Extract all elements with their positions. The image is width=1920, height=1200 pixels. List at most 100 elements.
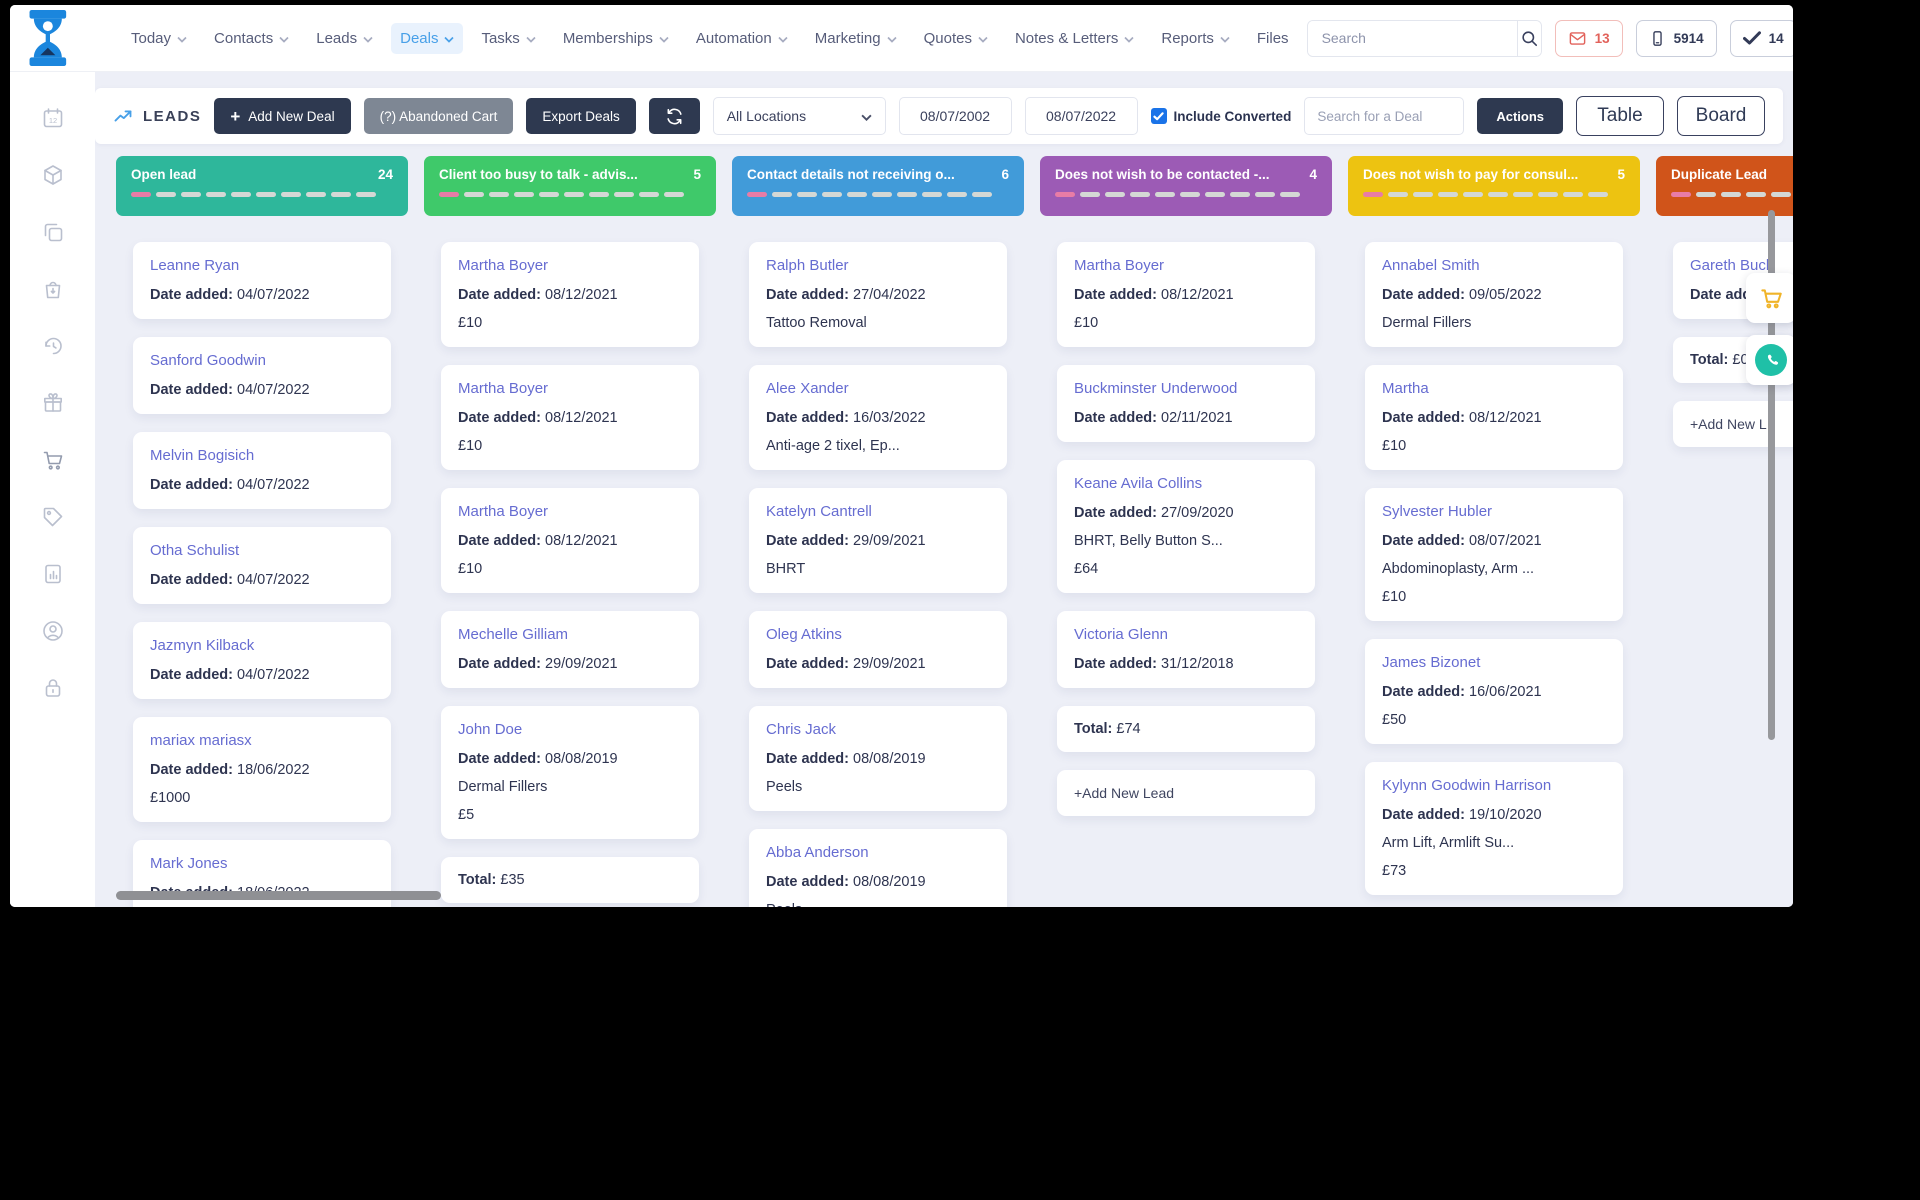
nav-item-automation[interactable]: Automation (687, 23, 797, 54)
deal-name-link[interactable]: Keane Avila Collins (1074, 475, 1298, 493)
deal-name-link[interactable]: Chris Jack (766, 721, 990, 739)
history-icon[interactable] (41, 334, 65, 358)
deal-name-link[interactable]: Melvin Bogisich (150, 447, 374, 465)
deal-card[interactable]: MarthaDate added: 08/12/2021£10 (1365, 365, 1623, 470)
column-header[interactable]: Duplicate Lead (1656, 156, 1793, 216)
nav-item-marketing[interactable]: Marketing (806, 23, 906, 54)
deal-name-link[interactable]: Victoria Glenn (1074, 626, 1298, 644)
horizontal-scrollbar-thumb[interactable] (116, 891, 441, 900)
deal-card[interactable]: Martha BoyerDate added: 08/12/2021£10 (441, 242, 699, 347)
deal-search-input[interactable] (1304, 97, 1464, 135)
nav-item-contacts[interactable]: Contacts (205, 23, 298, 54)
deal-card[interactable]: Otha SchulistDate added: 04/07/2022 (133, 527, 391, 604)
deal-name-link[interactable]: Katelyn Cantrell (766, 503, 990, 521)
deal-name-link[interactable]: Alee Xander (766, 380, 990, 398)
refresh-button[interactable] (649, 98, 700, 134)
deal-name-link[interactable]: Ralph Butler (766, 257, 990, 275)
nav-item-files[interactable]: Files (1248, 23, 1298, 54)
deal-name-link[interactable]: John Doe (458, 721, 682, 739)
deal-card[interactable]: Annabel SmithDate added: 09/05/2022Derma… (1365, 242, 1623, 347)
calls-badge-button[interactable]: 5914 (1636, 20, 1717, 57)
table-view-button[interactable]: Table (1576, 96, 1664, 136)
search-icon[interactable] (1517, 21, 1541, 56)
report-icon[interactable] (41, 562, 65, 586)
app-logo-icon[interactable] (24, 10, 76, 66)
export-deals-button[interactable]: Export Deals (526, 98, 635, 134)
add-new-lead-button[interactable]: +Add New Lead (1057, 770, 1315, 816)
nav-item-leads[interactable]: Leads (307, 23, 382, 54)
package-icon[interactable] (41, 163, 65, 187)
column-header[interactable]: Open lead24 (116, 156, 408, 216)
column-header[interactable]: Does not wish to be contacted -...4 (1040, 156, 1332, 216)
messages-badge-button[interactable]: 13 (1555, 20, 1623, 57)
deal-name-link[interactable]: Abba Anderson (766, 844, 990, 862)
column-header[interactable]: Does not wish to pay for consul...5 (1348, 156, 1640, 216)
deal-name-link[interactable]: Otha Schulist (150, 542, 374, 560)
deal-name-link[interactable]: Jazmyn Kilback (150, 637, 374, 655)
add-new-lead-button[interactable]: +Add New L (1673, 401, 1793, 447)
location-filter-select[interactable]: All Locations (713, 97, 886, 135)
deal-card[interactable]: Alee XanderDate added: 16/03/2022Anti-ag… (749, 365, 1007, 470)
deal-name-link[interactable]: Oleg Atkins (766, 626, 990, 644)
deal-card[interactable]: Melvin BogisichDate added: 04/07/2022 (133, 432, 391, 509)
gift-icon[interactable] (41, 391, 65, 415)
board-view-button[interactable]: Board (1677, 96, 1765, 136)
tasks-badge-button[interactable]: 14 (1730, 20, 1793, 57)
deal-card[interactable]: James BizonetDate added: 16/06/2021£50 (1365, 639, 1623, 744)
deal-card[interactable]: Martha BoyerDate added: 08/12/2021£10 (441, 365, 699, 470)
deal-name-link[interactable]: Mark Jones (150, 855, 374, 873)
add-new-deal-button[interactable]: + Add New Deal (214, 98, 350, 134)
deal-name-link[interactable]: Martha Boyer (458, 503, 682, 521)
search-input[interactable] (1308, 21, 1517, 56)
deal-card[interactable]: Katelyn CantrellDate added: 29/09/2021BH… (749, 488, 1007, 593)
deal-card[interactable]: Leanne RyanDate added: 04/07/2022 (133, 242, 391, 319)
column-header[interactable]: Contact details not receiving o...6 (732, 156, 1024, 216)
price-tag-icon[interactable] (41, 505, 65, 529)
deal-card[interactable]: Sanford GoodwinDate added: 04/07/2022 (133, 337, 391, 414)
deal-card[interactable]: Martha BoyerDate added: 08/12/2021£10 (1057, 242, 1315, 347)
deal-card[interactable]: Ralph ButlerDate added: 27/04/2022Tattoo… (749, 242, 1007, 347)
deal-name-link[interactable]: Kylynn Goodwin Harrison (1382, 777, 1606, 795)
lock-icon[interactable] (41, 676, 65, 700)
actions-button[interactable]: Actions (1477, 98, 1563, 134)
deal-name-link[interactable]: Buckminster Underwood (1074, 380, 1298, 398)
whatsapp-float-button[interactable] (1746, 335, 1793, 385)
deal-name-link[interactable]: Leanne Ryan (150, 257, 374, 275)
date-from-input[interactable] (899, 97, 1012, 135)
cart-icon[interactable] (41, 448, 65, 472)
deal-name-link[interactable]: mariax mariasx (150, 732, 374, 750)
nav-item-today[interactable]: Today (122, 23, 196, 54)
abandoned-cart-button[interactable]: (?) Abandoned Cart (364, 98, 514, 134)
nav-item-quotes[interactable]: Quotes (915, 23, 997, 54)
deal-card[interactable]: Abba AndersonDate added: 08/08/2019Peels (749, 829, 1007, 907)
deal-name-link[interactable]: Sylvester Hubler (1382, 503, 1606, 521)
shopping-bag-icon[interactable] (41, 277, 65, 301)
deal-card[interactable]: Jazmyn KilbackDate added: 04/07/2022 (133, 622, 391, 699)
column-header[interactable]: Client too busy to talk - advis...5 (424, 156, 716, 216)
deal-card[interactable]: Oleg AtkinsDate added: 29/09/2021 (749, 611, 1007, 688)
deal-name-link[interactable]: Annabel Smith (1382, 257, 1606, 275)
deal-name-link[interactable]: Sanford Goodwin (150, 352, 374, 370)
deal-name-link[interactable]: Martha Boyer (1074, 257, 1298, 275)
deal-card[interactable]: Martha BoyerDate added: 08/12/2021£10 (441, 488, 699, 593)
deal-name-link[interactable]: Martha Boyer (458, 380, 682, 398)
deal-name-link[interactable]: Mechelle Gilliam (458, 626, 682, 644)
calendar-icon[interactable]: 12 (41, 106, 65, 130)
nav-item-reports[interactable]: Reports (1152, 23, 1239, 54)
deal-name-link[interactable]: Martha (1382, 380, 1606, 398)
include-converted-checkbox[interactable]: Include Converted (1151, 108, 1292, 124)
deal-card[interactable]: Kylynn Goodwin HarrisonDate added: 19/10… (1365, 762, 1623, 895)
deal-card[interactable]: Buckminster UnderwoodDate added: 02/11/2… (1057, 365, 1315, 442)
date-to-input[interactable] (1025, 97, 1138, 135)
deal-card[interactable]: Sylvester HublerDate added: 08/07/2021Ab… (1365, 488, 1623, 621)
deal-name-link[interactable]: James Bizonet (1382, 654, 1606, 672)
deal-card[interactable]: Chris JackDate added: 08/08/2019Peels (749, 706, 1007, 811)
nav-item-deals[interactable]: Deals (391, 23, 463, 54)
deal-card[interactable]: Keane Avila CollinsDate added: 27/09/202… (1057, 460, 1315, 593)
nav-item-tasks[interactable]: Tasks (472, 23, 544, 54)
deal-name-link[interactable]: Martha Boyer (458, 257, 682, 275)
deal-card[interactable]: Victoria GlennDate added: 31/12/2018 (1057, 611, 1315, 688)
deal-card[interactable]: John DoeDate added: 08/08/2019Dermal Fil… (441, 706, 699, 839)
copies-icon[interactable] (41, 220, 65, 244)
nav-item-memberships[interactable]: Memberships (554, 23, 678, 54)
